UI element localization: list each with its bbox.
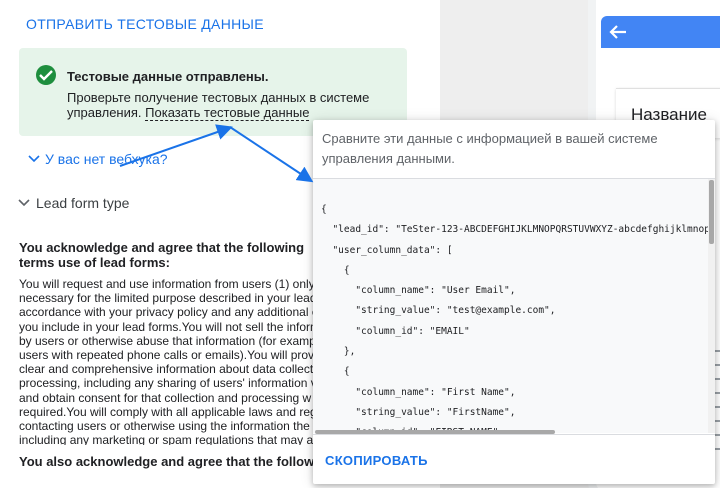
- chevron-down-icon: [28, 152, 42, 166]
- chevron-down-icon: [18, 196, 32, 210]
- vertical-scrollbar[interactable]: [708, 179, 715, 433]
- back-arrow-icon: [609, 25, 626, 39]
- copy-button[interactable]: СКОПИРОВАТЬ: [325, 453, 428, 468]
- check-circle-icon: [36, 65, 56, 85]
- show-test-data-link[interactable]: Показать тестовые данные: [145, 105, 310, 121]
- terms-body: You will request and use information fro…: [19, 277, 329, 445]
- send-test-data-button[interactable]: ОТПРАВИТЬ ТЕСТОВЫЕ ДАННЫЕ: [26, 16, 264, 32]
- popover-description: Сравните эти данные с информацией в ваше…: [322, 131, 658, 166]
- test-data-popover: Сравните эти данные с информацией в ваше…: [313, 120, 715, 484]
- success-title: Тестовые данные отправлены.: [67, 69, 269, 84]
- no-webhook-link: У вас нет вебхука?: [45, 151, 168, 167]
- success-text: Проверьте получение тестовых данных в си…: [67, 90, 397, 121]
- no-webhook-toggle[interactable]: У вас нет вебхука?: [28, 150, 168, 168]
- lead-form-type-label: Lead form type: [36, 195, 130, 211]
- lead-form-type-toggle[interactable]: Lead form type: [18, 195, 129, 211]
- code-viewer[interactable]: { "lead_id": "TeSter-123-ABCDEFGHIJKLMNO…: [313, 179, 708, 433]
- terms-heading: You acknowledge and agree that the follo…: [19, 240, 305, 270]
- terms-heading-webhook: You also acknowledge and agree that the …: [19, 454, 329, 469]
- terms-body-text: You will request and use information fro…: [19, 277, 321, 445]
- divider: [313, 434, 715, 435]
- phone-header-bar: [601, 16, 720, 48]
- json-code: { "lead_id": "TeSter-123-ABCDEFGHIJKLMNO…: [321, 204, 708, 433]
- vertical-scroll-thumb[interactable]: [709, 180, 714, 244]
